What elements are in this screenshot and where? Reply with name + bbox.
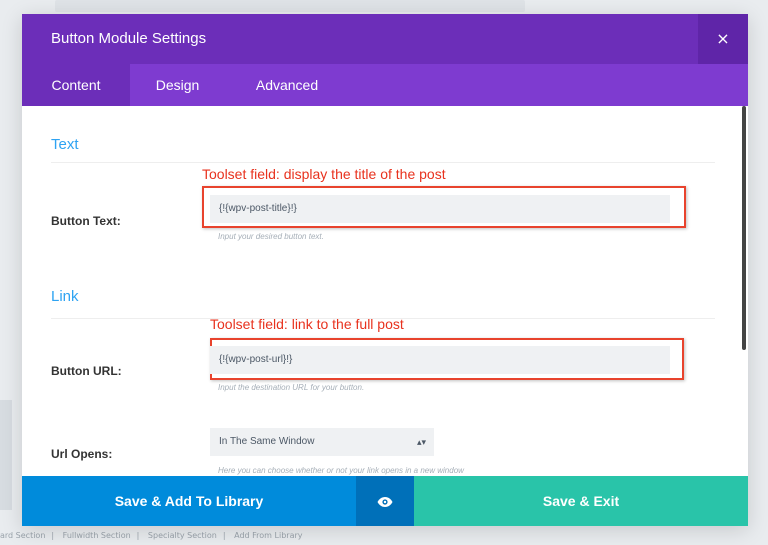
annotation-link-text: Toolset field: link to the full post: [210, 316, 404, 332]
section-title-link: Link: [51, 288, 79, 305]
background-section-links: ard Section | Fullwidth Section | Specialt…: [0, 531, 303, 540]
tab-design[interactable]: Design: [130, 64, 225, 106]
modal-footer: Save & Add To Library Save & Exit: [22, 476, 748, 526]
settings-body[interactable]: Text Toolset field: display the title of…: [22, 106, 748, 476]
save-add-to-library-button[interactable]: Save & Add To Library: [22, 476, 356, 526]
close-button[interactable]: ×: [698, 14, 748, 64]
url-opens-hint: Here you can choose whether or not your …: [218, 466, 464, 475]
url-opens-value: In The Same Window: [219, 436, 315, 447]
bg-link-specialty-section[interactable]: Specialty Section: [148, 531, 217, 540]
background-page-bar: [55, 0, 525, 12]
tab-content[interactable]: Content: [22, 64, 130, 106]
preview-button[interactable]: [356, 476, 414, 526]
button-text-label: Button Text:: [51, 214, 121, 228]
button-text-input[interactable]: {!{wpv-post-title}!}: [210, 195, 670, 223]
section-divider: [51, 162, 715, 163]
tab-advanced[interactable]: Advanced: [225, 64, 349, 106]
select-arrows-icon: ▴▾: [416, 437, 426, 447]
section-title-text: Text: [51, 136, 79, 153]
scrollbar[interactable]: [742, 106, 746, 350]
modal-header: Button Module Settings ×: [22, 14, 748, 64]
url-opens-select[interactable]: In The Same Window ▴▾: [210, 428, 434, 456]
button-url-input[interactable]: {!{wpv-post-url}!}: [210, 346, 670, 374]
button-module-settings-modal: Button Module Settings × Content Design …: [22, 14, 748, 526]
close-icon: ×: [716, 29, 730, 48]
url-opens-label: Url Opens:: [51, 447, 113, 461]
eye-icon: [377, 496, 393, 507]
modal-title: Button Module Settings: [51, 30, 207, 47]
button-url-hint: Input the destination URL for your butto…: [218, 383, 365, 392]
settings-tabs: Content Design Advanced: [22, 64, 748, 106]
bg-link-add-from-library[interactable]: Add From Library: [234, 531, 302, 540]
save-exit-button[interactable]: Save & Exit: [414, 476, 748, 526]
bg-link-standard-section[interactable]: ard Section: [0, 531, 45, 540]
background-page-panel: [0, 400, 12, 510]
button-text-hint: Input your desired button text.: [218, 232, 324, 241]
button-url-label: Button URL:: [51, 364, 122, 378]
bg-link-fullwidth-section[interactable]: Fullwidth Section: [63, 531, 131, 540]
annotation-title-text: Toolset field: display the title of the …: [202, 166, 446, 182]
